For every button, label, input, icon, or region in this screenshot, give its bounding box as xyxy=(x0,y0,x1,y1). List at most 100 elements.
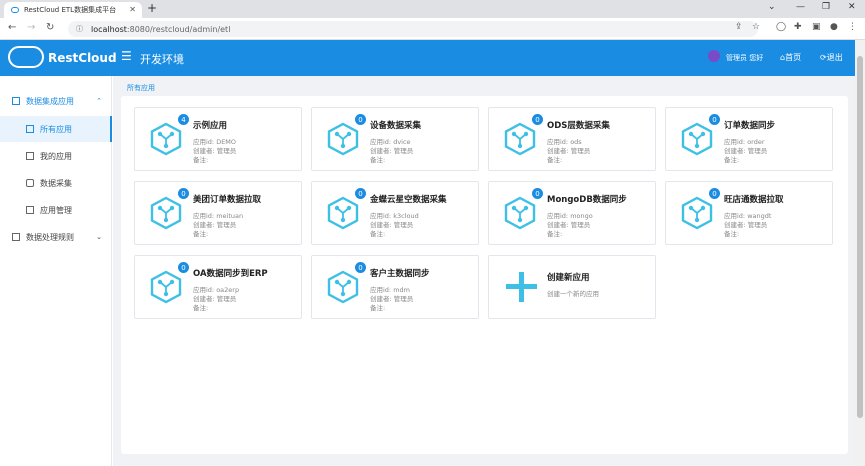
share-icon[interactable]: ⇪ xyxy=(735,22,743,32)
app-count-badge: 0 xyxy=(355,188,366,199)
minimize-icon[interactable]: — xyxy=(796,2,805,12)
app-hexagon-icon xyxy=(150,196,182,230)
app-hexagon-icon xyxy=(327,196,359,230)
app-name: 旺店通数据拉取 xyxy=(724,195,784,205)
logout-label: 退出 xyxy=(826,53,843,62)
app-hexagon-icon xyxy=(327,122,359,156)
app-count-badge: 0 xyxy=(178,188,189,199)
menu-toggle-icon[interactable]: ☰ xyxy=(121,49,132,63)
close-tab-icon[interactable]: ✕ xyxy=(129,5,136,14)
sidebar-item-data-integration[interactable]: 数据集成应用 ⌃ xyxy=(0,88,112,114)
sidebar-item-label: 所有应用 xyxy=(40,124,72,134)
app-name: OA数据同步到ERP xyxy=(193,269,268,279)
app-card[interactable]: 0 设备数据采集 应用id: dvice 创建者: 管理员 备注: xyxy=(311,107,479,171)
restore-icon[interactable]: ❐ xyxy=(822,2,830,12)
app-count-badge: 0 xyxy=(355,262,366,273)
app-count-badge: 0 xyxy=(532,188,543,199)
logout-link[interactable]: ⟳退出 xyxy=(820,52,843,63)
doc-icon xyxy=(26,152,34,160)
app-card[interactable]: 0 MongoDB数据同步 应用id: mongo 创建者: 管理员 备注: xyxy=(488,181,656,245)
app-card[interactable]: 0 旺店通数据拉取 应用id: wangdt 创建者: 管理员 备注: xyxy=(665,181,833,245)
reload-icon[interactable]: ↻ xyxy=(46,22,54,33)
logout-icon: ⟳ xyxy=(820,53,827,62)
app-name: ODS层数据采集 xyxy=(547,121,610,131)
app-count-badge: 0 xyxy=(709,188,720,199)
doc-icon xyxy=(12,233,20,241)
home-link[interactable]: ⌂首页 xyxy=(780,52,801,63)
address-bar-row: ← → ↻ ⓘ localhost:8080/restcloud/admin/e… xyxy=(0,18,865,40)
app-hexagon-icon xyxy=(150,270,182,304)
app-card[interactable]: 0 客户主数据同步 应用id: mdm 创建者: 管理员 备注: xyxy=(311,255,479,319)
browser-menu-icon[interactable]: ⋮ xyxy=(848,22,857,32)
create-app-card[interactable]: 创建新应用 创建一个新的应用 xyxy=(488,255,656,319)
restcloud-logo-icon xyxy=(8,46,44,68)
app-note: 备注: xyxy=(547,156,563,164)
bookmark-star-icon[interactable]: ☆ xyxy=(752,22,760,32)
grid-icon xyxy=(12,97,20,105)
app-count-badge: 0 xyxy=(355,114,366,125)
app-note: 备注: xyxy=(547,230,563,238)
profile-icon[interactable]: ● xyxy=(830,22,838,32)
app-note: 备注: xyxy=(370,156,386,164)
avatar[interactable] xyxy=(708,50,720,62)
sidebar: 数据集成应用 ⌃ 所有应用 我的应用 数据采集 应用管理 数据处理规则 ⌄ xyxy=(0,76,112,466)
sidebar-item-label: 应用管理 xyxy=(40,205,72,215)
app-hexagon-icon xyxy=(504,196,536,230)
tab-search-icon[interactable]: ⌄ xyxy=(768,2,776,12)
side-panel-icon[interactable]: ▣ xyxy=(812,22,821,32)
browser-tab-title: RestCloud ETL数据集成平台 xyxy=(24,6,117,14)
app-note: 备注: xyxy=(193,156,209,164)
browser-tab[interactable]: RestCloud ETL数据集成平台 ✕ xyxy=(4,2,142,18)
sidebar-item-app-management[interactable]: 应用管理 xyxy=(0,197,112,223)
sidebar-item-data-collection[interactable]: 数据采集 xyxy=(0,170,112,196)
app-note: 备注: xyxy=(193,230,209,238)
scrollbar-thumb[interactable] xyxy=(857,56,863,418)
app-card[interactable]: 0 OA数据同步到ERP 应用id: oa2erp 创建者: 管理员 备注: xyxy=(134,255,302,319)
chevron-up-icon: ⌃ xyxy=(96,97,102,105)
url-path: :8080/restcloud/admin/etl xyxy=(126,24,231,34)
sidebar-item-label: 我的应用 xyxy=(40,151,72,161)
app-count-badge: 0 xyxy=(709,114,720,125)
user-greeting[interactable]: 管理员 您好 xyxy=(726,53,763,63)
breadcrumb[interactable]: 所有应用 xyxy=(127,83,155,93)
cloud-favicon-icon xyxy=(11,7,19,13)
app-count-badge: 0 xyxy=(178,262,189,273)
forward-icon[interactable]: → xyxy=(27,22,35,33)
app-name: 客户主数据同步 xyxy=(370,269,430,279)
new-tab-icon[interactable]: + xyxy=(147,1,157,15)
sidebar-item-all-apps[interactable]: 所有应用 xyxy=(0,116,112,142)
sidebar-item-label: 数据集成应用 xyxy=(26,96,74,106)
plus-icon-bar xyxy=(506,284,537,289)
extension-circle-icon[interactable]: ◯ xyxy=(776,22,786,32)
app-name: 示例应用 xyxy=(193,121,228,131)
app-card[interactable]: 0 金蝶云星空数据采集 应用id: k3cloud 创建者: 管理员 备注: xyxy=(311,181,479,245)
app-hexagon-icon xyxy=(681,122,713,156)
app-grid-panel: 4 示例应用 应用id: DEMO 创建者: 管理员 备注: 0 设备数据采集 … xyxy=(121,96,848,454)
app-card[interactable]: 0 美团订单数据拉取 应用id: meituan 创建者: 管理员 备注: xyxy=(134,181,302,245)
site-info-icon[interactable]: ⓘ xyxy=(76,24,83,34)
app-hexagon-icon xyxy=(327,270,359,304)
app-header: RestCloud ☰ 开发环境 管理员 您好 ⌂首页 ⟳退出 xyxy=(0,40,855,76)
url-host: localhost xyxy=(91,24,127,34)
app-note: 备注: xyxy=(193,304,209,312)
grid-icon xyxy=(26,206,34,214)
close-window-icon[interactable]: ✕ xyxy=(848,2,856,12)
sidebar-item-label: 数据采集 xyxy=(40,178,72,188)
app-count-badge: 4 xyxy=(178,114,189,125)
app-hexagon-icon xyxy=(681,196,713,230)
app-note: 备注: xyxy=(724,156,740,164)
extensions-puzzle-icon[interactable]: ✚ xyxy=(794,22,802,32)
home-label: 首页 xyxy=(785,53,802,62)
sidebar-item-my-apps[interactable]: 我的应用 xyxy=(0,143,112,169)
app-card[interactable]: 0 ODS层数据采集 应用id: ods 创建者: 管理员 备注: xyxy=(488,107,656,171)
back-icon[interactable]: ← xyxy=(8,22,16,33)
tag-icon xyxy=(26,179,34,187)
url-input[interactable]: ⓘ localhost:8080/restcloud/admin/etl xyxy=(68,21,758,37)
chevron-down-icon: ⌄ xyxy=(96,233,102,241)
sidebar-item-data-rules[interactable]: 数据处理规则 ⌄ xyxy=(0,224,112,250)
grid-icon xyxy=(26,125,34,133)
app-name: 金蝶云星空数据采集 xyxy=(370,195,447,205)
app-card[interactable]: 4 示例应用 应用id: DEMO 创建者: 管理员 备注: xyxy=(134,107,302,171)
app-hexagon-icon xyxy=(150,122,182,156)
app-card[interactable]: 0 订单数据同步 应用id: order 创建者: 管理员 备注: xyxy=(665,107,833,171)
